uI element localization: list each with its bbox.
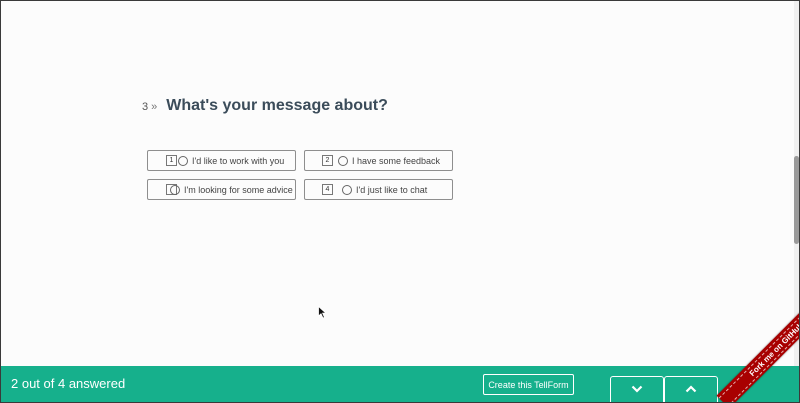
question-title: What's your message about? xyxy=(166,97,388,114)
mouse-cursor-icon xyxy=(318,306,327,319)
choice-key-badge: 4 xyxy=(322,184,333,195)
create-tellform-button[interactable]: Create this TellForm xyxy=(483,374,574,395)
choice-key-badge: 2 xyxy=(322,155,333,166)
browser-frame: 3 » What's your message about? 1 I'd lik… xyxy=(0,0,800,403)
radio-circle-icon[interactable] xyxy=(338,155,348,166)
choice-label: I'm looking for some advice xyxy=(184,184,293,195)
radio-circle-icon[interactable] xyxy=(178,155,188,166)
footer-bar: 2 out of 4 answered Create this TellForm xyxy=(1,366,799,402)
choice-label: I'd just like to chat xyxy=(356,184,428,195)
choice-key-badge: 1 xyxy=(166,155,177,166)
chevron-down-icon xyxy=(631,385,643,393)
radio-circle-icon[interactable] xyxy=(342,184,352,195)
chevron-up-icon xyxy=(685,385,697,393)
next-question-button[interactable] xyxy=(610,376,664,402)
question-number: 3 xyxy=(142,101,149,113)
choice-label: I'd like to work with you xyxy=(192,155,285,166)
choice-option-2[interactable]: 2 I have some feedback xyxy=(304,150,453,171)
radio-circle-icon[interactable] xyxy=(170,184,180,195)
choice-option-3[interactable]: 3 I'm looking for some advice xyxy=(147,179,296,200)
choice-option-4[interactable]: 4 I'd just like to chat xyxy=(304,179,453,200)
question-arrow-icon: » xyxy=(151,101,158,113)
scrollbar-thumb[interactable] xyxy=(794,156,799,244)
choice-option-1[interactable]: 1 I'd like to work with you xyxy=(147,150,296,171)
progress-status: 2 out of 4 answered xyxy=(11,376,126,391)
ribbon-label: Fork me on GitHub xyxy=(718,302,799,402)
fork-on-github-ribbon[interactable]: Fork me on GitHub xyxy=(716,302,799,402)
github-ribbon-container: Fork me on GitHub xyxy=(699,302,799,402)
choice-label: I have some feedback xyxy=(352,155,441,166)
question-header: 3 » What's your message about? xyxy=(142,97,388,115)
